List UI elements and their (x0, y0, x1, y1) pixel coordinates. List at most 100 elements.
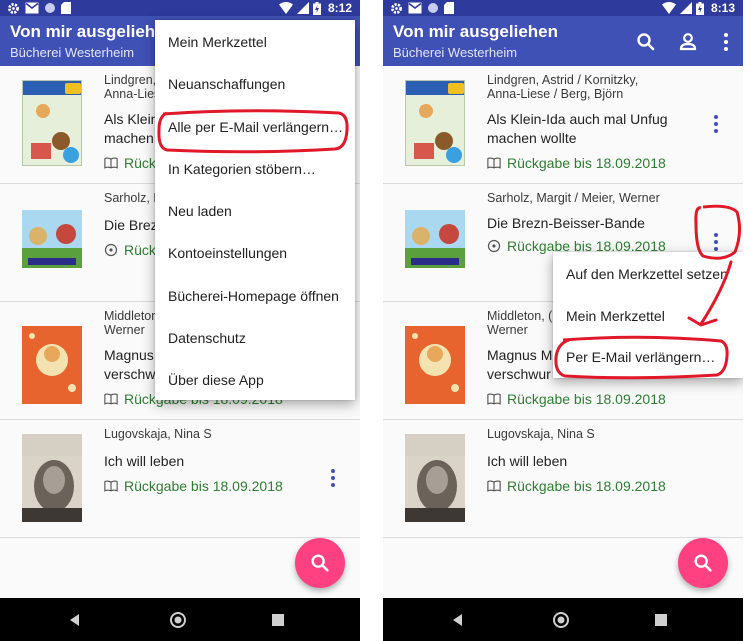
book-author: Lindgren, (104, 73, 156, 87)
menu-item-homepage[interactable]: Bücherei-Homepage öffnen (155, 275, 355, 317)
book-icon (104, 480, 118, 492)
book-cover-art (405, 434, 465, 522)
back-icon[interactable] (65, 610, 85, 630)
book-cover-art (23, 81, 81, 163)
book-cover-art (406, 81, 464, 163)
app-title: Von mir ausgeliehen (10, 22, 176, 41)
book-author: Middleton, (104, 309, 156, 323)
book-author: Middleton, ( (487, 309, 553, 323)
book-author: Werner (104, 323, 145, 337)
home-icon[interactable] (551, 610, 571, 630)
due-date-text: Rückgabe bis 18.09.2018 (124, 478, 283, 494)
signal-icon (679, 2, 692, 14)
book-author: Anna-Liese / Berg, Björn (487, 87, 624, 101)
menu-item-kontoeinstellungen[interactable]: Kontoeinstellungen (155, 232, 355, 274)
book-cover (405, 80, 465, 166)
book-cover (405, 434, 465, 522)
search-icon (311, 554, 329, 572)
search-icon[interactable] (634, 30, 658, 54)
more-vert-icon[interactable] (711, 114, 721, 134)
book-title: Als Klein (104, 111, 156, 127)
sd-card-icon (61, 2, 71, 14)
item-context-menu: Auf den Merkzettel setzen Mein Merkzette… (553, 252, 743, 378)
menu-item-alle-verlaengern[interactable]: Alle per E-Mail verlängern… (155, 106, 355, 148)
status-time: 8:13 (710, 1, 735, 15)
book-author: Sarholz, Margit / Meier, Werner (487, 191, 660, 205)
loan-item[interactable]: Lugovskaja, Nina S Ich will leben Rückga… (0, 420, 360, 538)
book-cover (22, 326, 82, 404)
book-cover-art (22, 224, 82, 268)
book-title: Die Brez (104, 217, 156, 233)
app-title: Von mir ausgeliehen (393, 22, 559, 41)
back-icon[interactable] (448, 610, 468, 630)
book-cover (22, 210, 82, 268)
book-cover (22, 80, 82, 166)
book-cover-art (22, 434, 82, 522)
book-cover-art (29, 333, 76, 392)
app-subtitle: Bücherei Westerheim (10, 45, 135, 60)
book-title: Als Klein-Ida auch mal Unfug (487, 111, 668, 127)
menu-item-ueber[interactable]: Über diese App (155, 359, 355, 401)
wifi-icon (661, 2, 676, 14)
loan-item[interactable]: Lugovskaja, Nina S Ich will leben Rückga… (383, 420, 743, 538)
recents-icon[interactable] (268, 610, 288, 630)
due-date: Rückgabe bis 18.09.2018 (104, 477, 283, 495)
book-author: Anna-Liese (104, 87, 156, 101)
book-icon (487, 157, 501, 169)
mail-icon (408, 2, 422, 14)
book-cover-art (412, 333, 459, 392)
book-title: Die Brezn-Beisser-Bande (487, 215, 645, 231)
book-title: Magnus (104, 347, 154, 363)
book-title: machen (104, 130, 154, 146)
search-fab[interactable] (678, 538, 728, 588)
book-cover (405, 326, 465, 404)
menu-item-auf-merkzettel[interactable]: Auf den Merkzettel setzen (553, 253, 743, 295)
navigation-bar (0, 598, 360, 641)
book-author: Werner (487, 323, 528, 337)
loan-item[interactable]: Lindgren, Astrid / Kornitzky, Anna-Liese… (383, 66, 743, 184)
search-fab[interactable] (295, 538, 345, 588)
book-title: machen wollte (487, 130, 577, 146)
disc-icon (104, 243, 118, 257)
app-subtitle: Bücherei Westerheim (393, 45, 518, 60)
menu-item-merkzettel[interactable]: Mein Merkzettel (553, 295, 743, 337)
menu-item-datenschutz[interactable]: Datenschutz (155, 317, 355, 359)
account-icon[interactable] (676, 30, 700, 54)
status-time: 8:12 (327, 1, 352, 15)
book-author: Lindgren, Astrid / Kornitzky, (487, 73, 639, 87)
signal-icon (296, 2, 309, 14)
more-vert-icon[interactable] (714, 30, 738, 54)
battery-icon (695, 1, 704, 15)
due-date-text: Rückgabe bis 18.09.2018 (507, 155, 666, 171)
menu-item-neu-laden[interactable]: Neu laden (155, 190, 355, 232)
home-icon[interactable] (168, 610, 188, 630)
search-icon (694, 554, 712, 572)
due-date: Rückgabe bis 18.09.2018 (487, 477, 666, 495)
book-title: verschw (104, 366, 156, 382)
book-title: Ich will leben (104, 453, 185, 469)
book-author: Sarholz, M (104, 191, 156, 205)
sd-card-icon (444, 2, 454, 14)
more-vert-icon[interactable] (328, 468, 338, 488)
recents-icon[interactable] (651, 610, 671, 630)
book-icon (104, 393, 118, 405)
more-vert-icon[interactable] (711, 232, 721, 252)
menu-item-merkzettel[interactable]: Mein Merkzettel (155, 21, 355, 63)
book-title: Ich will leben (487, 453, 568, 469)
due-date-text: Rückgabe bis 18.09.2018 (507, 391, 666, 407)
book-author: Lugovskaja, Nina S (104, 427, 212, 441)
gear-icon (391, 2, 402, 14)
book-title: verschwur (487, 366, 551, 382)
due-date: Rückgabe bis 18.09.2018 (487, 390, 666, 408)
book-icon (104, 157, 118, 169)
menu-item-neuanschaffungen[interactable]: Neuanschaffungen (155, 63, 355, 105)
overflow-menu: Mein Merkzettel Neuanschaffungen Alle pe… (155, 20, 355, 400)
book-author: Lugovskaja, Nina S (487, 427, 595, 441)
book-title: Magnus M (487, 347, 553, 363)
battery-icon (312, 1, 321, 15)
menu-item-kategorien[interactable]: In Kategorien stöbern… (155, 148, 355, 190)
menu-item-per-email-verlaengern[interactable]: Per E-Mail verlängern… (553, 336, 743, 378)
disc-icon (487, 239, 501, 253)
app-bar: Von mir ausgeliehen Bücherei Westerheim (383, 16, 743, 66)
gear-icon (8, 2, 19, 14)
